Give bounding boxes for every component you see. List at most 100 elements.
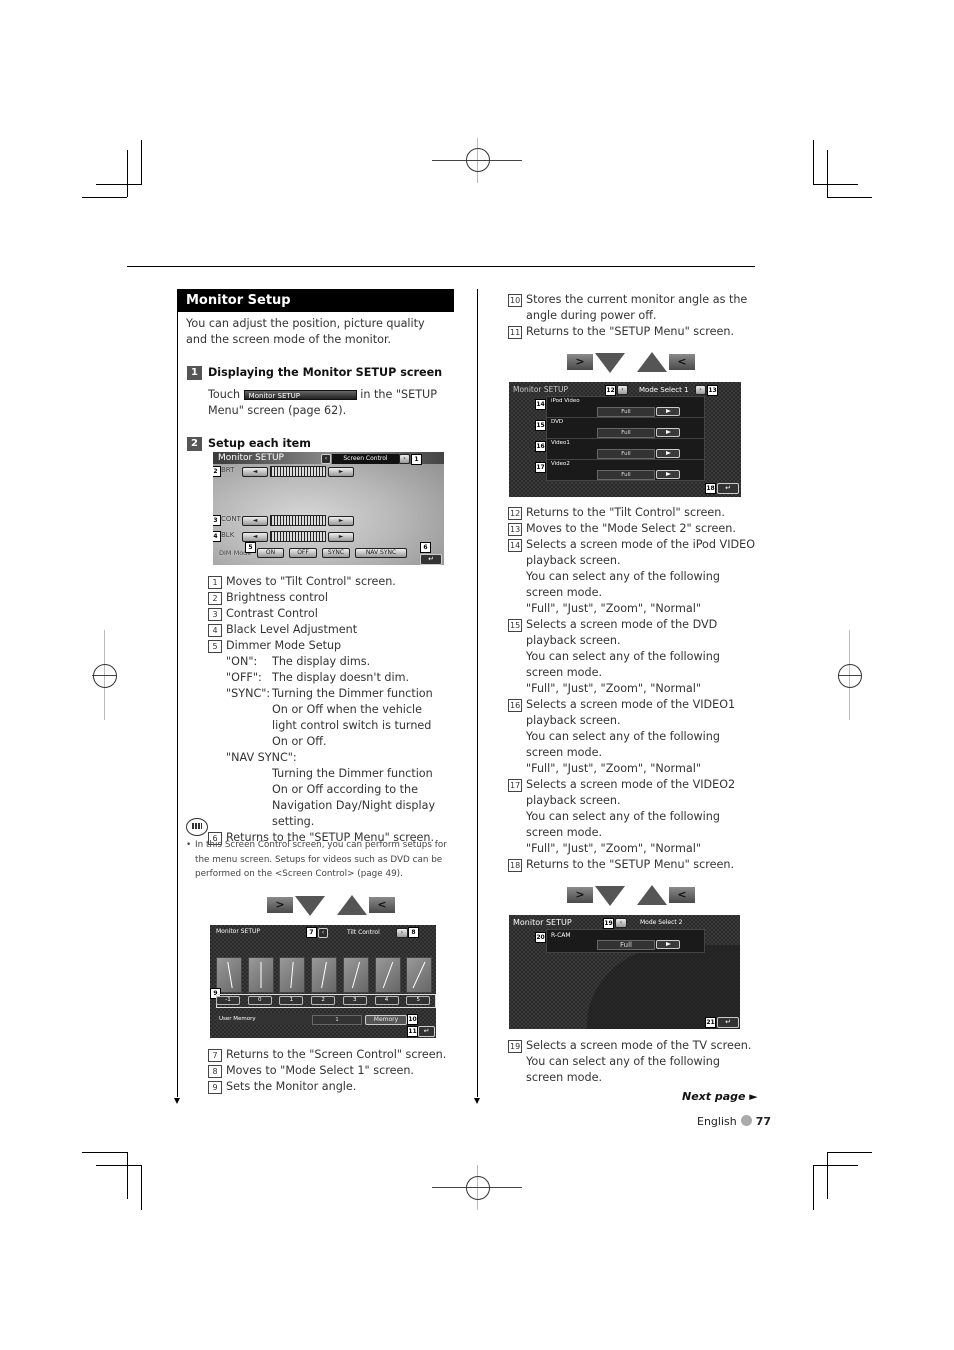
- dim-nav-sync-button: NAV SYNC: [355, 548, 407, 558]
- def-key: "ON":: [226, 655, 258, 668]
- column-end-arrow: [474, 1098, 480, 1104]
- callout: 19: [603, 918, 614, 929]
- item-number: 1: [208, 576, 222, 589]
- crop-mark: [827, 1152, 872, 1153]
- crop-mark: [82, 197, 127, 198]
- item-text: "Full", "Just", "Zoom", "Normal": [526, 602, 701, 615]
- item-text: Dimmer Mode Setup: [226, 639, 342, 652]
- item-text: Selects a screen mode of the VIDEO1 play…: [526, 698, 736, 727]
- mode-row-label: iPod Video: [551, 398, 580, 404]
- item-number: 7: [208, 1049, 222, 1062]
- prev-screen-icon: <: [669, 354, 695, 370]
- item-text: Stores the current monitor angle as the …: [526, 293, 748, 322]
- return-icon: ↵: [418, 1026, 435, 1037]
- tilt-angle-preview: [374, 957, 401, 993]
- item-text: You can select any of the following scre…: [526, 650, 720, 679]
- dimmer-def: "SYNC": Turning the Dimmer function On or…: [208, 686, 458, 750]
- user-memory-label: User Memory: [219, 1016, 256, 1022]
- callout: 14: [535, 399, 546, 410]
- registration-mark: [466, 148, 490, 172]
- item-text: You can select any of the following scre…: [526, 730, 720, 759]
- list-item: 14 Selects a screen mode of the iPod VIDE…: [508, 537, 758, 569]
- crop-mark: [813, 140, 814, 185]
- item-text: Brightness control: [226, 591, 328, 604]
- registration-mark: [93, 664, 117, 688]
- dim-off-button: OFF: [289, 548, 317, 558]
- screen-control-screenshot: Monitor SETUP ‹ Screen Control › 1 2 BRT…: [213, 452, 444, 565]
- blk-increase: ►: [328, 532, 354, 542]
- item-text: Black Level Adjustment: [226, 623, 358, 636]
- screen-control-items: 1 Moves to "Tilt Control" screen. 2 Bright…: [208, 574, 458, 846]
- item-number: 17: [508, 779, 523, 792]
- brt-level-bar: [270, 466, 326, 477]
- next-screen-icon: >: [567, 354, 593, 370]
- item-text: You can select any of the following scre…: [526, 1055, 720, 1084]
- column-line-left: [177, 289, 178, 1097]
- tilt-angle-preview: [279, 957, 306, 993]
- mode-select-1-screenshot: Monitor SETUP 12 ‹ Mode Select 1 › 13 14…: [509, 382, 741, 497]
- screen-tab: Screen Control: [332, 454, 399, 464]
- tilt-angle-preview: [406, 957, 433, 993]
- tilt-angle-preview: [311, 957, 338, 993]
- item-text: "Full", "Just", "Zoom", "Normal": [526, 682, 701, 695]
- list-item: 19 Selects a screen mode of the TV screen…: [508, 1038, 758, 1054]
- list-item: 13 Moves to the "Mode Select 2" screen.: [508, 521, 758, 537]
- mode-select-1-items: 12 Returns to the "Tilt Control" screen. 1…: [508, 505, 758, 873]
- language-label: English: [697, 1115, 737, 1128]
- arrow-down-icon: [295, 896, 325, 916]
- nav-sync-value: Turning the Dimmer function On or Off ac…: [272, 767, 436, 828]
- registration-mark: [466, 1176, 490, 1200]
- next-tab-button: ›: [396, 928, 408, 938]
- screen-navigation-glyphs: > <: [267, 895, 397, 917]
- def-key: "OFF":: [226, 671, 262, 684]
- item-text: Selects a screen mode of the TV screen.: [526, 1039, 752, 1052]
- mode-row-value: Full: [597, 428, 655, 438]
- section-title: Monitor Setup: [178, 289, 454, 312]
- mode-next-button: [656, 449, 680, 458]
- def-value: The display dims.: [272, 655, 371, 668]
- item-number: 9: [208, 1081, 222, 1094]
- item-text: Returns to the "SETUP Menu" screen.: [526, 858, 735, 871]
- bullet-dot-icon: [740, 1115, 752, 1126]
- callout: 12: [605, 385, 616, 396]
- item-text: Sets the Monitor angle.: [226, 1080, 357, 1093]
- crop-mark: [82, 1152, 127, 1153]
- step-number: 1: [187, 365, 202, 380]
- column-end-arrow: [174, 1098, 180, 1104]
- cont-level-bar: [270, 515, 326, 526]
- brt-decrease: ◄: [242, 467, 268, 477]
- crop-mark: [141, 1165, 142, 1210]
- return-icon: ↵: [420, 554, 442, 565]
- list-item: 12 Returns to the "Tilt Control" screen.: [508, 505, 758, 521]
- item-text: You can select any of the following scre…: [526, 570, 720, 599]
- crop-mark: [127, 150, 128, 197]
- mode-row-label: Video1: [551, 440, 570, 446]
- item-text: Returns to the "Screen Control" screen.: [226, 1048, 447, 1061]
- screen-navigation-glyphs: > <: [567, 885, 697, 907]
- item-number: 15: [508, 619, 523, 632]
- mode-row-label: Video2: [551, 461, 570, 467]
- list-item: 11 Returns to the "SETUP Menu" screen.: [508, 324, 753, 340]
- page-footer: English 77: [697, 1115, 771, 1128]
- step-number: 2: [187, 436, 202, 451]
- r-cam-next-mode-button: [656, 940, 680, 949]
- note-bullet: •: [186, 840, 192, 850]
- tilt-angle-preview: [247, 957, 274, 993]
- list-item: 3 Contrast Control: [208, 606, 458, 622]
- callout: 21: [705, 1017, 716, 1028]
- screen-navigation-glyphs: > <: [567, 352, 697, 374]
- list-item: 18 Returns to the "SETUP Menu" screen.: [508, 857, 758, 873]
- callout: 18: [705, 483, 716, 494]
- def-key: "SYNC":: [226, 687, 271, 700]
- prev-tab-button: ‹: [617, 385, 628, 395]
- next-page-link[interactable]: Next page ►: [682, 1090, 758, 1103]
- item-text: "Full", "Just", "Zoom", "Normal": [526, 842, 701, 855]
- callout: 15: [535, 420, 546, 431]
- list-item: 10 Stores the current monitor angle as th…: [508, 292, 753, 324]
- list-item: 16 Selects a screen mode of the VIDEO1 pl…: [508, 697, 758, 729]
- cont-increase: ►: [328, 516, 354, 526]
- item-number: 5: [208, 640, 222, 653]
- tilt-angle-button: 5: [406, 996, 431, 1005]
- r-cam-label: R-CAM: [551, 932, 571, 939]
- callout: 4: [213, 531, 221, 542]
